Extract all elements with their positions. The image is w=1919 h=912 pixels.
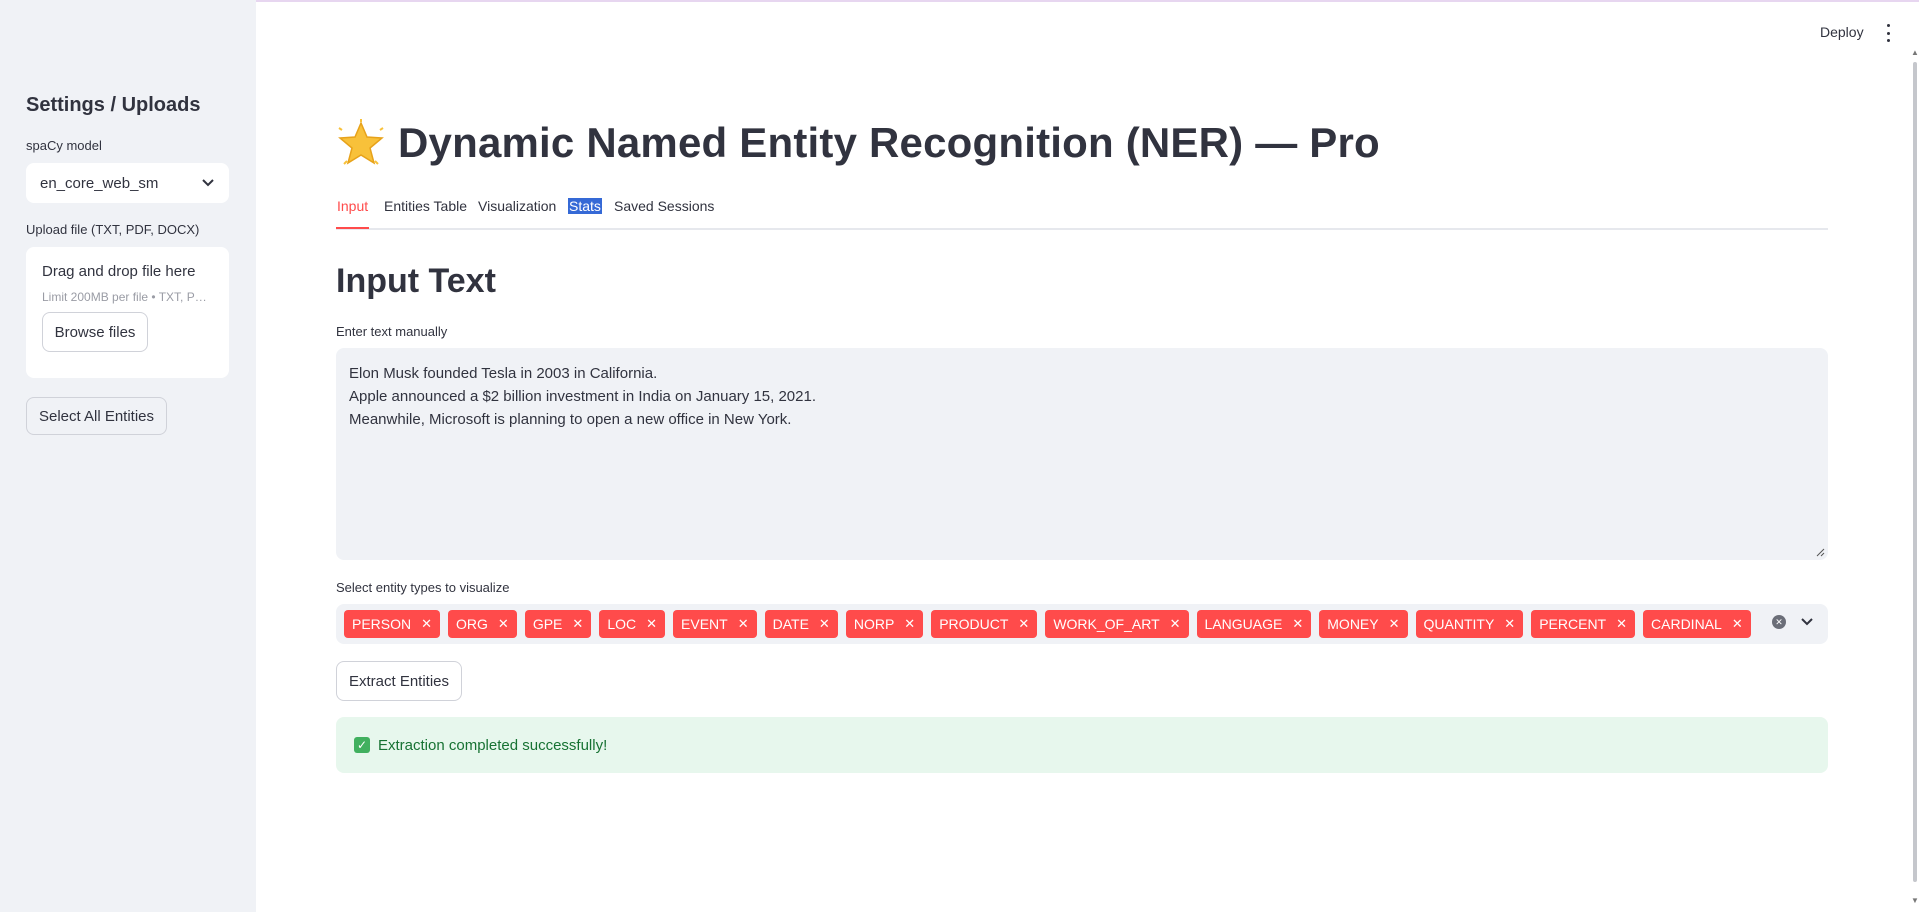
clear-circle-icon[interactable]: ✕ [1772, 615, 1786, 629]
close-icon[interactable]: ✕ [1616, 616, 1627, 632]
entity-chips: PERSON ✕ ORG ✕ GPE ✕ LOC ✕ EVENT ✕ DATE ✕ NORP… [344, 610, 1751, 638]
model-select-label: spaCy model [26, 138, 102, 153]
top-decoration-line [0, 0, 1919, 2]
tab-visualization[interactable]: Visualization [477, 198, 557, 214]
chip-label: MONEY [1327, 616, 1379, 632]
scroll-down-arrow[interactable]: ▼ [1911, 896, 1919, 905]
page-title: Dynamic Named Entity Recognition (NER) —… [398, 119, 1380, 166]
close-icon[interactable]: ✕ [1292, 616, 1303, 632]
tab-stats[interactable]: Stats [568, 198, 602, 214]
chip-label: PRODUCT [939, 616, 1009, 632]
entity-chip[interactable]: EVENT ✕ [673, 610, 757, 638]
browse-files-button[interactable]: Browse files [42, 312, 148, 352]
scroll-up-arrow[interactable]: ▲ [1911, 48, 1919, 57]
dropzone-limit: Limit 200MB per file • TXT, PDF, DOCX [42, 290, 213, 304]
entity-chip[interactable]: GPE ✕ [524, 610, 592, 638]
check-box-icon: ✓ [354, 737, 370, 753]
entity-chip[interactable]: CARDINAL ✕ [1643, 610, 1751, 638]
entity-chip[interactable]: ORG ✕ [448, 610, 517, 638]
chip-label: PERSON [352, 616, 412, 632]
select-all-entities-button[interactable]: Select All Entities [26, 397, 167, 435]
chevron-down-icon [201, 176, 215, 190]
entity-multiselect[interactable]: PERSON ✕ ORG ✕ GPE ✕ LOC ✕ EVENT ✕ DATE ✕ NORP… [336, 604, 1828, 644]
close-icon[interactable]: ✕ [819, 616, 830, 632]
chip-label: NORP [853, 616, 895, 632]
tab-input[interactable]: Input [336, 198, 370, 229]
model-select-value: en_core_web_sm [40, 174, 159, 192]
chip-label: CARDINAL [1651, 616, 1722, 632]
chip-label: QUANTITY [1423, 616, 1495, 632]
text-input-label: Enter text manually [336, 324, 448, 339]
dropzone-title: Drag and drop file here [42, 263, 196, 280]
chip-label: ORG [456, 616, 488, 632]
entity-chip[interactable]: PERSON ✕ [344, 610, 441, 638]
resize-handle-icon[interactable] [1815, 547, 1825, 557]
chip-label: PERCENT [1539, 616, 1607, 632]
entity-chip[interactable]: WORK_OF_ART ✕ [1045, 610, 1189, 638]
close-icon[interactable]: ✕ [572, 616, 583, 632]
success-message: Extraction completed successfully! [378, 736, 608, 754]
chip-label: DATE [772, 616, 809, 632]
text-input-area[interactable]: Elon Musk founded Tesla in 2003 in Calif… [336, 348, 1828, 560]
entity-chip[interactable]: MONEY ✕ [1319, 610, 1408, 638]
entity-chip[interactable]: PRODUCT ✕ [931, 610, 1038, 638]
chip-label: LANGUAGE [1204, 616, 1283, 632]
file-dropzone[interactable]: Drag and drop file here Limit 200MB per … [26, 247, 229, 378]
extract-entities-button[interactable]: Extract Entities [336, 661, 462, 701]
tab-entities-table[interactable]: Entities Table [383, 198, 468, 214]
sidebar: Settings / Uploads spaCy model en_core_w… [0, 0, 256, 912]
tab-bar: Input Entities Table Visualization Stats… [336, 196, 1828, 230]
entity-chip[interactable]: DATE ✕ [764, 610, 838, 638]
close-icon[interactable]: ✕ [646, 616, 657, 632]
close-icon[interactable]: ✕ [1170, 616, 1181, 632]
multiselect-controls: ✕ [1772, 615, 1814, 629]
close-icon[interactable]: ✕ [1504, 616, 1515, 632]
close-icon[interactable]: ✕ [498, 616, 509, 632]
kebab-menu-icon[interactable] [1882, 24, 1894, 42]
glowing-star-icon [338, 119, 384, 165]
section-title: Input Text [336, 262, 496, 300]
sidebar-title: Settings / Uploads [26, 94, 201, 116]
chip-label: LOC [607, 616, 637, 632]
upload-label: Upload file (TXT, PDF, DOCX) [26, 222, 200, 237]
scrollbar[interactable] [1913, 62, 1917, 882]
close-icon[interactable]: ✕ [904, 616, 915, 632]
success-alert: ✓ Extraction completed successfully! [336, 717, 1828, 773]
close-icon[interactable]: ✕ [1389, 616, 1400, 632]
entity-chip[interactable]: LANGUAGE ✕ [1196, 610, 1312, 638]
page-header: Dynamic Named Entity Recognition (NER) —… [336, 118, 1380, 168]
entity-chip[interactable]: PERCENT ✕ [1531, 610, 1636, 638]
entity-chip[interactable]: QUANTITY ✕ [1415, 610, 1524, 638]
chip-label: WORK_OF_ART [1053, 616, 1160, 632]
chip-label: EVENT [681, 616, 728, 632]
close-icon[interactable]: ✕ [738, 616, 749, 632]
close-icon[interactable]: ✕ [421, 616, 432, 632]
entity-chip[interactable]: NORP ✕ [845, 610, 924, 638]
deploy-button[interactable]: Deploy [1820, 24, 1864, 40]
close-icon[interactable]: ✕ [1732, 616, 1743, 632]
entity-select-label: Select entity types to visualize [336, 580, 510, 595]
tab-saved-sessions[interactable]: Saved Sessions [613, 198, 715, 214]
chevron-down-icon[interactable] [1800, 615, 1814, 629]
model-select[interactable]: en_core_web_sm [26, 163, 229, 203]
entity-chip[interactable]: LOC ✕ [599, 610, 666, 638]
chip-label: GPE [532, 616, 563, 632]
close-icon[interactable]: ✕ [1018, 616, 1029, 632]
